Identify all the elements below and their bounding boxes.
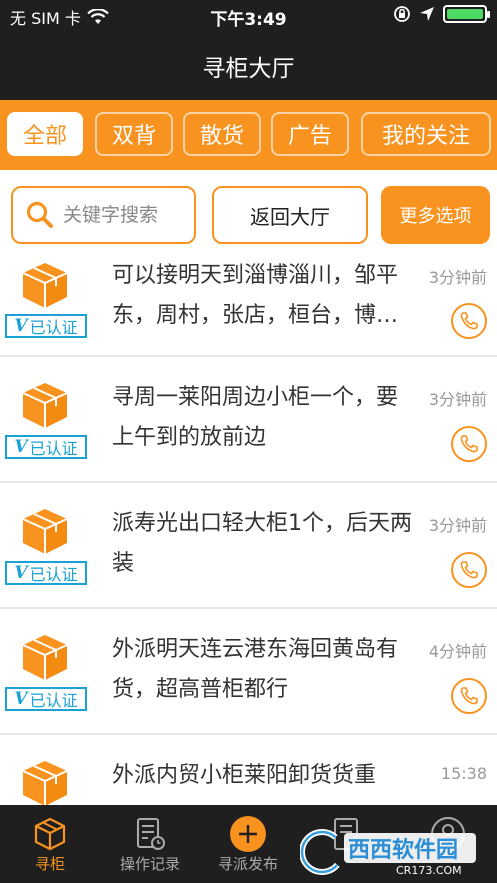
- watermark-logo: 西西软件园 CR173.COM: [300, 829, 476, 877]
- verified-v-mark: V: [14, 316, 28, 336]
- category-tab-bar: 全部 双背 散货 广告 我的关注: [0, 100, 497, 170]
- search-box[interactable]: [11, 186, 196, 244]
- nav-records[interactable]: 操作记录: [110, 805, 190, 883]
- list-item[interactable]: V 已认证 外派明天连云港东海回黄岛有货，超高普柜都行 4分钟前: [0, 609, 497, 733]
- verified-badge: V 已认证: [5, 314, 87, 338]
- call-button[interactable]: [451, 552, 487, 588]
- verified-badge: V 已认证: [5, 435, 87, 459]
- phone-icon: [460, 312, 478, 330]
- call-button[interactable]: [451, 678, 487, 714]
- listing-text: 外派内贸小柜莱阳卸货货重: [112, 763, 377, 788]
- list-item[interactable]: V 已认证 派寿光出口轻大柜1个，后天两装 3分钟前: [0, 483, 497, 607]
- records-icon: [137, 818, 165, 850]
- list-item[interactable]: V 已认证 可以接明天到淄博淄川，邹平东，周村，张店，桓台，博山，沂源，沂水 3…: [0, 258, 497, 355]
- listing-time: 3分钟前: [428, 516, 487, 535]
- verified-v-mark: V: [14, 437, 28, 457]
- status-right: [393, 5, 490, 23]
- package-box-icon: [22, 635, 68, 680]
- package-box-icon: [22, 761, 68, 805]
- listing-text: 可以接明天到淄博淄川，邹平东，周村，张店，桓台，博山，沂源，沂水: [112, 263, 399, 328]
- search-row: 返回大厅 更多选项: [0, 170, 497, 258]
- tab-my-follows[interactable]: 我的关注: [361, 112, 491, 156]
- watermark-brand: 西西软件园: [348, 837, 458, 863]
- tab-bulk[interactable]: 散货: [183, 112, 261, 156]
- call-button[interactable]: [451, 303, 487, 339]
- nav-find-container[interactable]: 寻柜: [22, 805, 78, 883]
- verified-label: 已认证: [29, 439, 78, 458]
- verified-label: 已认证: [29, 318, 78, 337]
- call-button[interactable]: [451, 426, 487, 462]
- nav-label: 寻派发布: [217, 855, 278, 873]
- listing-time: 4分钟前: [428, 642, 487, 661]
- listing-time: 3分钟前: [428, 268, 487, 287]
- package-box-icon: [22, 263, 68, 308]
- list-item[interactable]: V 已认证 寻周一莱阳周边小柜一个，要上午到的放前边 3分钟前: [0, 357, 497, 481]
- tab-all[interactable]: 全部: [7, 112, 83, 156]
- package-box-icon: [22, 509, 68, 554]
- box-icon: [34, 817, 66, 851]
- verified-v-mark: V: [14, 689, 28, 709]
- orientation-lock-icon: [394, 6, 410, 22]
- search-input[interactable]: [61, 203, 185, 227]
- listing-text: 寻周一莱阳周边小柜一个，要上午到的放前边: [112, 385, 399, 450]
- verified-label: 已认证: [29, 691, 78, 710]
- search-icon: [26, 201, 53, 228]
- list-item[interactable]: 外派内贸小柜莱阳卸货货重 15:38: [0, 735, 497, 805]
- more-options-button[interactable]: 更多选项: [381, 186, 490, 244]
- nav-label: 寻柜: [34, 855, 65, 873]
- verified-label: 已认证: [29, 565, 78, 584]
- listing-time: 3分钟前: [428, 390, 487, 409]
- phone-icon: [460, 687, 478, 705]
- page-title: 寻柜大厅: [202, 56, 295, 82]
- battery-icon: [443, 5, 490, 23]
- nav-label: 操作记录: [119, 855, 180, 873]
- package-box-icon: [22, 383, 68, 428]
- listing-feed[interactable]: V 已认证 可以接明天到淄博淄川，邹平东，周村，张店，桓台，博山，沂源，沂水 3…: [0, 258, 497, 805]
- location-arrow-icon: [420, 7, 434, 21]
- tab-ads[interactable]: 广告: [271, 112, 349, 156]
- verified-badge: V 已认证: [5, 687, 87, 711]
- phone-icon: [460, 435, 478, 453]
- nav-bar: 寻柜大厅: [0, 32, 497, 100]
- status-bar: 无 SIM 卡 下午3:49: [0, 0, 497, 32]
- listing-text: 外派明天连云港东海回黄岛有货，超高普柜都行: [112, 637, 399, 702]
- verified-v-mark: V: [14, 563, 28, 583]
- nav-publish[interactable]: 寻派发布: [208, 805, 288, 883]
- phone-icon: [460, 561, 478, 579]
- watermark-domain: CR173.COM: [396, 864, 462, 877]
- verified-badge: V 已认证: [5, 561, 87, 585]
- back-to-hall-button[interactable]: 返回大厅: [212, 186, 368, 244]
- listing-time: 15:38: [440, 764, 487, 783]
- tab-double[interactable]: 双背: [95, 112, 173, 156]
- battery-fill: [447, 9, 483, 19]
- plus-circle-icon: [230, 816, 266, 852]
- listing-text: 派寿光出口轻大柜1个，后天两装: [112, 511, 412, 576]
